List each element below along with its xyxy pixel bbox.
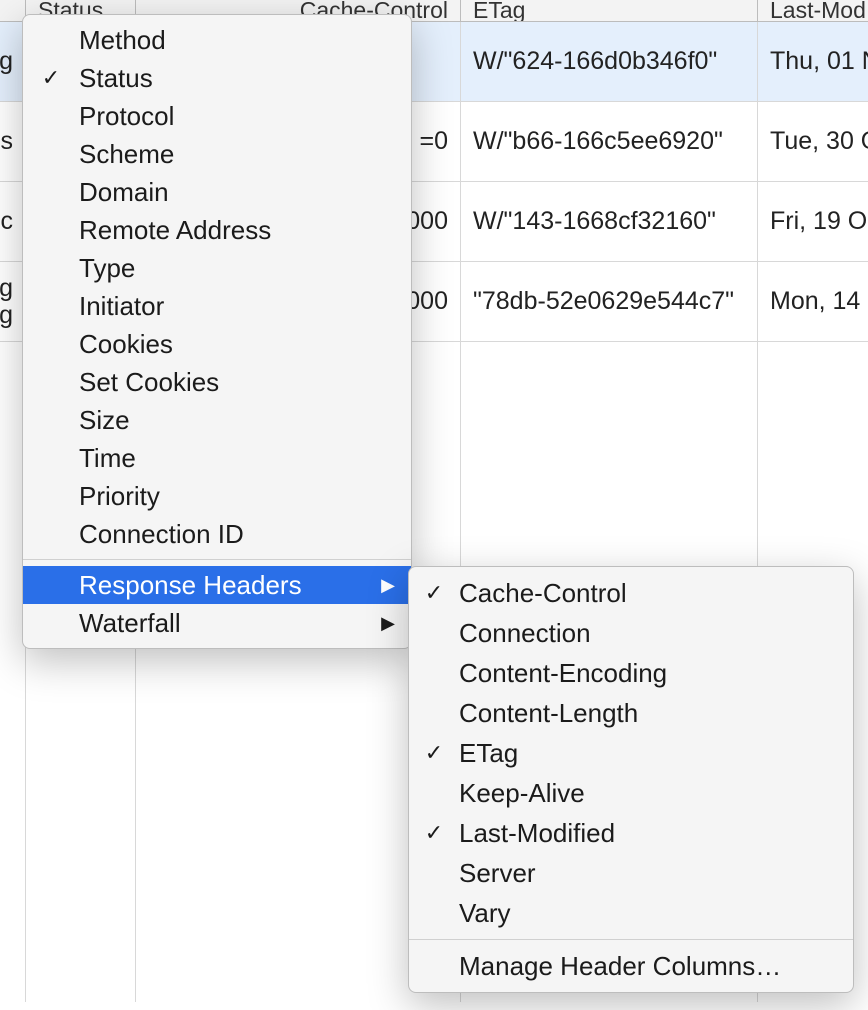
submenu-arrow-icon: ▶ xyxy=(381,613,395,634)
check-icon: ✓ xyxy=(409,740,459,766)
submenu-item-vary[interactable]: Vary xyxy=(409,893,853,933)
col-header-name[interactable] xyxy=(0,0,25,21)
menu-label: Keep-Alive xyxy=(459,778,585,809)
menu-item-domain[interactable]: Domain xyxy=(23,173,411,211)
menu-item-initiator[interactable]: Initiator xyxy=(23,287,411,325)
menu-item-time[interactable]: Time xyxy=(23,439,411,477)
menu-label: Domain xyxy=(79,177,169,208)
menu-label: Vary xyxy=(459,898,511,929)
menu-label: Remote Address xyxy=(79,215,271,246)
menu-item-connection-id[interactable]: Connection ID xyxy=(23,515,411,553)
submenu-item-etag[interactable]: ✓ETag xyxy=(409,733,853,773)
menu-label: Connection ID xyxy=(79,519,244,550)
menu-item-remote-address[interactable]: Remote Address xyxy=(23,211,411,249)
cell-etag: W/"b66-166c5ee6920" xyxy=(460,102,757,181)
cell-etag: "78db-52e0629e544c7" xyxy=(460,262,757,341)
submenu-item-content-length[interactable]: Content-Length xyxy=(409,693,853,733)
menu-label: Method xyxy=(79,25,166,56)
menu-label: Manage Header Columns… xyxy=(459,951,781,982)
submenu-arrow-icon: ▶ xyxy=(381,575,395,596)
submenu-item-keep-alive[interactable]: Keep-Alive xyxy=(409,773,853,813)
menu-label: Last-Modified xyxy=(459,818,615,849)
menu-item-method[interactable]: Method xyxy=(23,21,411,59)
menu-label: Waterfall xyxy=(79,608,181,639)
menu-item-protocol[interactable]: Protocol xyxy=(23,97,411,135)
menu-label: ETag xyxy=(459,738,518,769)
submenu-item-manage-header-columns[interactable]: Manage Header Columns… xyxy=(409,946,853,986)
menu-label: Cookies xyxy=(79,329,173,360)
menu-label: Cache-Control xyxy=(459,578,627,609)
cell-last-modified: Fri, 19 Oc xyxy=(757,182,868,261)
menu-label: Content-Length xyxy=(459,698,638,729)
col-header-etag[interactable]: ETag xyxy=(460,0,757,21)
cell-last-modified: Thu, 01 N xyxy=(757,22,868,101)
col-header-last-modified[interactable]: Last-Mod xyxy=(757,0,868,21)
menu-separator xyxy=(409,939,853,940)
menu-label: Initiator xyxy=(79,291,164,322)
menu-label: Time xyxy=(79,443,136,474)
menu-label: Size xyxy=(79,405,130,436)
menu-label: Server xyxy=(459,858,536,889)
menu-item-waterfall[interactable]: Waterfall ▶ xyxy=(23,604,411,642)
cell-etag: W/"143-1668cf32160" xyxy=(460,182,757,261)
menu-item-priority[interactable]: Priority xyxy=(23,477,411,515)
submenu-item-cache-control[interactable]: ✓Cache-Control xyxy=(409,573,853,613)
menu-item-status[interactable]: ✓Status xyxy=(23,59,411,97)
menu-label: Response Headers xyxy=(79,570,302,601)
cell-etag: W/"624-166d0b346f0" xyxy=(460,22,757,101)
submenu-item-last-modified[interactable]: ✓Last-Modified xyxy=(409,813,853,853)
submenu-item-content-encoding[interactable]: Content-Encoding xyxy=(409,653,853,693)
menu-item-set-cookies[interactable]: Set Cookies xyxy=(23,363,411,401)
menu-label: Protocol xyxy=(79,101,174,132)
check-icon: ✓ xyxy=(409,580,459,606)
response-headers-submenu: ✓Cache-Control Connection Content-Encodi… xyxy=(408,566,854,993)
menu-item-scheme[interactable]: Scheme xyxy=(23,135,411,173)
menu-item-cookies[interactable]: Cookies xyxy=(23,325,411,363)
submenu-item-server[interactable]: Server xyxy=(409,853,853,893)
menu-label: Set Cookies xyxy=(79,367,219,398)
cell-last-modified: Mon, 14 M xyxy=(757,262,868,341)
menu-label: Type xyxy=(79,253,135,284)
menu-label: Priority xyxy=(79,481,160,512)
column-context-menu: Method ✓Status Protocol Scheme Domain Re… xyxy=(22,14,412,649)
check-icon: ✓ xyxy=(23,65,79,91)
submenu-item-connection[interactable]: Connection xyxy=(409,613,853,653)
menu-item-response-headers[interactable]: Response Headers ▶ xyxy=(23,566,411,604)
menu-label: Connection xyxy=(459,618,591,649)
menu-label: Content-Encoding xyxy=(459,658,667,689)
cell-last-modified: Tue, 30 O xyxy=(757,102,868,181)
check-icon: ✓ xyxy=(409,820,459,846)
menu-label: Scheme xyxy=(79,139,174,170)
menu-label: Status xyxy=(79,63,153,94)
menu-item-size[interactable]: Size xyxy=(23,401,411,439)
menu-separator xyxy=(23,559,411,560)
menu-item-type[interactable]: Type xyxy=(23,249,411,287)
